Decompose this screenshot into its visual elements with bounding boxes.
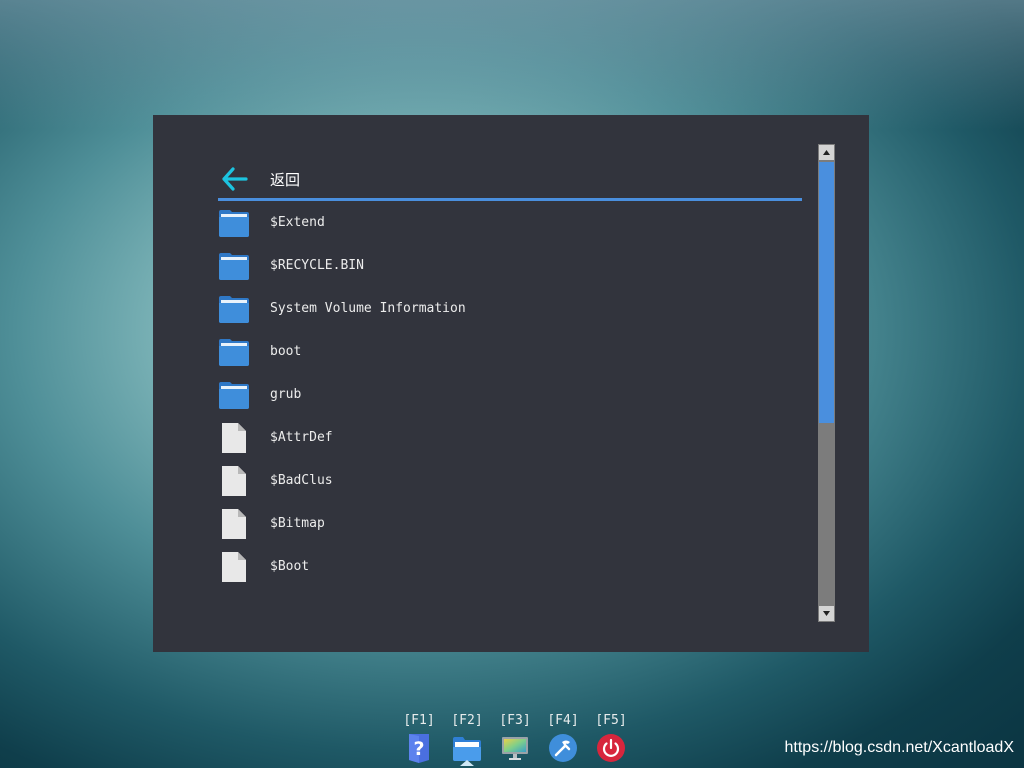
list-item[interactable]: boot xyxy=(218,330,802,373)
taskbar-item-power[interactable]: [F5] xyxy=(587,712,635,764)
list-item[interactable]: $RECYCLE.BIN xyxy=(218,244,802,287)
list-item[interactable]: System Volume Information xyxy=(218,287,802,330)
taskbar-item-display[interactable]: [F3] xyxy=(491,712,539,764)
scroll-thumb[interactable] xyxy=(819,162,834,423)
file-browser-window: 返回 $Extend $RECYCLE.BIN System Volume In… xyxy=(153,115,869,652)
monitor-icon xyxy=(499,732,531,764)
svg-text:?: ? xyxy=(413,738,424,760)
background-glow xyxy=(0,0,1024,130)
taskbar-item-file-manager[interactable]: [F2] xyxy=(443,712,491,766)
file-icon xyxy=(218,551,250,583)
shortcut-key-label: [F2] xyxy=(451,713,483,728)
item-name: $BadClus xyxy=(270,473,333,488)
power-icon xyxy=(595,732,627,764)
shortcut-key-label: [F1] xyxy=(403,713,435,728)
triangle-down-icon xyxy=(823,611,830,616)
list-item[interactable]: $AttrDef xyxy=(218,416,802,459)
vertical-scrollbar[interactable] xyxy=(818,144,835,622)
arrow-left-icon xyxy=(219,164,249,194)
file-icon xyxy=(218,422,250,454)
file-list: $Extend $RECYCLE.BIN System Volume Infor… xyxy=(218,201,802,588)
active-indicator xyxy=(460,760,474,766)
folder-icon xyxy=(218,336,250,368)
file-icon xyxy=(218,508,250,540)
scroll-up-button[interactable] xyxy=(819,145,834,160)
folder-icon xyxy=(218,207,250,239)
list-item[interactable]: $Boot xyxy=(218,545,802,588)
item-name: grub xyxy=(270,387,302,402)
list-item[interactable]: grub xyxy=(218,373,802,416)
scroll-down-button[interactable] xyxy=(819,606,834,621)
item-name: $Bitmap xyxy=(270,516,325,531)
item-name: System Volume Information xyxy=(270,301,466,316)
taskbar-item-help[interactable]: [F1] ? xyxy=(395,712,443,764)
back-label: 返回 xyxy=(270,170,301,189)
list-item[interactable]: $Bitmap xyxy=(218,502,802,545)
shortcut-key-label: [F3] xyxy=(499,713,531,728)
item-name: $Extend xyxy=(270,215,325,230)
item-name: boot xyxy=(270,344,302,359)
back-button[interactable]: 返回 xyxy=(218,160,802,201)
tools-icon xyxy=(547,732,579,764)
list-item[interactable]: $Extend xyxy=(218,201,802,244)
list-item[interactable]: $BadClus xyxy=(218,459,802,502)
file-icon xyxy=(218,465,250,497)
watermark-url: https://blog.csdn.net/XcantloadX xyxy=(784,739,1014,756)
folder-icon xyxy=(218,250,250,282)
folder-icon xyxy=(218,379,250,411)
item-name: $Boot xyxy=(270,559,310,574)
triangle-up-icon xyxy=(823,150,830,155)
taskbar: [F1] ? [F2] [F3] [F4] [F5] xyxy=(395,712,635,766)
shortcut-key-label: [F4] xyxy=(547,713,579,728)
folder-icon xyxy=(218,293,250,325)
taskbar-item-tools[interactable]: [F4] xyxy=(539,712,587,764)
shortcut-key-label: [F5] xyxy=(595,713,627,728)
item-name: $RECYCLE.BIN xyxy=(270,258,364,273)
item-name: $AttrDef xyxy=(270,430,333,445)
help-icon: ? xyxy=(403,732,435,764)
